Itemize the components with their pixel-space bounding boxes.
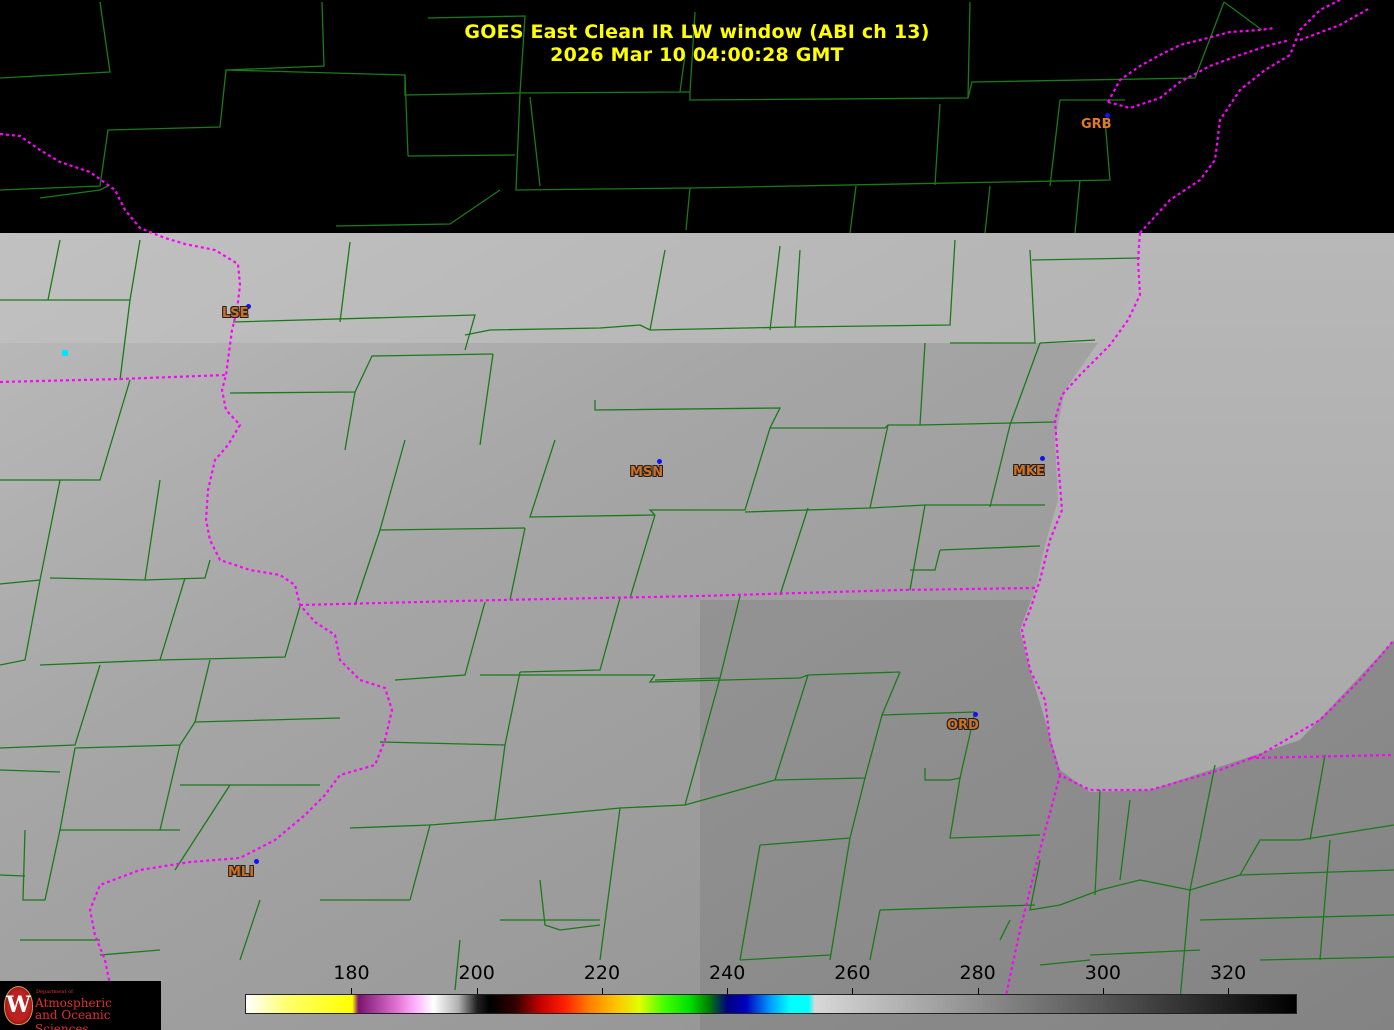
station-dot-msn <box>657 459 662 464</box>
colorbar-tick-label: 180 <box>333 962 370 984</box>
temperature-colorbar <box>245 994 1297 1014</box>
uw-seal-icon: W <box>4 986 33 1025</box>
logo-dept-text: Department of <box>36 989 73 995</box>
colorbar-tick-label: 220 <box>583 962 621 984</box>
colorbar-tick-mark <box>1102 988 1104 994</box>
station-label-lse: LSE <box>222 306 249 321</box>
station-dot-ord <box>973 712 978 717</box>
station-label-ord: ORD <box>947 718 979 733</box>
colorbar-tick-mark <box>852 988 854 994</box>
station-label-mke: MKE <box>1013 464 1045 479</box>
colorbar-tick-label: 280 <box>959 962 996 984</box>
station-dot-mli <box>254 859 259 864</box>
satellite-image-viewer: GOES East Clean IR LW window (ABI ch 13)… <box>0 0 1394 1030</box>
colorbar-tick-mark <box>1228 988 1230 994</box>
colorbar-tick-mark <box>476 988 478 994</box>
image-timestamp: 2026 Mar 10 04:00:28 GMT <box>550 44 844 66</box>
station-label-mli: MLI <box>228 865 255 880</box>
logo-line-2: and Oceanic Sciences <box>35 1008 111 1030</box>
station-label-grb: GRB <box>1081 117 1112 132</box>
colorbar-tick-label: 320 <box>1209 962 1247 984</box>
colorbar-tick-label: 260 <box>834 962 871 984</box>
image-title: GOES East Clean IR LW window (ABI ch 13) <box>464 21 930 43</box>
aos-logo: W Department of Atmospheric and Oceanic … <box>0 981 161 1030</box>
satellite-map <box>0 0 1394 1030</box>
colorbar-tick-label: 240 <box>709 962 746 984</box>
station-dot-mke <box>1040 456 1045 461</box>
cyan-pixel-marker <box>62 350 68 356</box>
colorbar-tick-label: 200 <box>458 962 495 984</box>
colorbar-tick-label: 300 <box>1084 962 1122 984</box>
colorbar-tick-mark <box>601 988 603 994</box>
station-label-msn: MSN <box>630 465 664 480</box>
colorbar-tick-mark <box>977 988 979 994</box>
colorbar-tick-mark <box>727 988 729 994</box>
colorbar-tick-mark <box>351 988 353 994</box>
